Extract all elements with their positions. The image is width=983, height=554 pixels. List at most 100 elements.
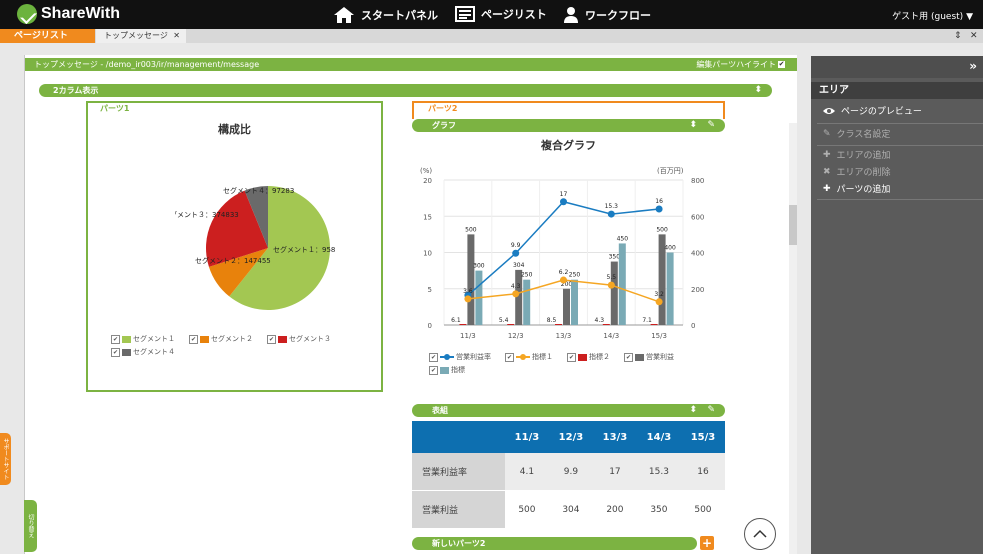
move-arrows-icon[interactable]: ⬍ (754, 84, 762, 97)
pie-legend-item[interactable]: ✔ セグメント３ (267, 334, 331, 344)
bar[interactable] (563, 288, 570, 325)
nav-page-list[interactable]: ページリスト (455, 6, 547, 22)
tab-top-message[interactable]: トップメッセージ ✕ (96, 29, 186, 43)
close-icon: ✖ (823, 166, 831, 177)
line-point[interactable] (607, 281, 615, 289)
bar-label: 450 (617, 235, 629, 242)
bar[interactable] (571, 279, 578, 325)
bar[interactable] (602, 324, 610, 325)
y-left-unit: (%) (420, 167, 432, 175)
checkbox-icon[interactable]: ✔ (111, 334, 120, 344)
scrollbar-track[interactable] (789, 123, 797, 554)
bar[interactable] (523, 279, 531, 325)
pie-legend-item[interactable]: ✔ セグメント４ (111, 347, 175, 357)
pie-slice-label: セグメント１：958353 (273, 245, 335, 254)
line-marker-icon (440, 354, 454, 360)
checkbox-icon[interactable]: ✔ (189, 334, 198, 344)
table-row: 営業利益率 4.1 9.9 17 15.3 16 (412, 453, 725, 491)
line-point[interactable] (512, 290, 520, 298)
part2-box[interactable]: パーツ2 (412, 101, 725, 119)
nav-start-panel[interactable]: スタートパネル (333, 6, 438, 24)
pie-slice-label: セグメント３：374833 (175, 210, 239, 219)
line-point[interactable] (560, 276, 567, 284)
move-arrows-icon[interactable]: ⬍ (689, 404, 697, 417)
line-point[interactable] (464, 295, 472, 303)
bar[interactable] (555, 324, 562, 325)
combo-legend-item[interactable]: ✔ 指標 (429, 365, 465, 375)
table-header-cell: 13/3 (592, 421, 637, 453)
checkbox-icon[interactable]: ✔ (111, 347, 120, 357)
line-point[interactable] (512, 249, 520, 257)
switch-tab[interactable]: 切り替え (24, 500, 37, 552)
bar[interactable] (507, 324, 515, 325)
x-tick-label: 13/3 (556, 332, 572, 340)
checkbox-icon[interactable]: ✔ (429, 352, 438, 362)
bar-label: 8.5 (547, 317, 557, 324)
edit-pencil-icon[interactable]: ✎ (707, 404, 715, 417)
support-site-tab[interactable]: サポートサイト (0, 433, 11, 485)
y-right-tick: 200 (691, 286, 704, 294)
add-parts-item[interactable]: ✚ パーツの追加 (811, 182, 983, 196)
graph-bar[interactable]: グラフ ⬍ ✎ (412, 119, 725, 132)
nav-workflow[interactable]: ワークフロー (563, 6, 651, 24)
combo-legend-item[interactable]: ✔ 営業利益 (624, 352, 674, 362)
line-point[interactable] (655, 205, 663, 213)
divider (817, 199, 983, 200)
expand-panel-icon[interactable]: » (969, 59, 977, 73)
table-bar[interactable]: 表組 ⬍ ✎ (412, 404, 725, 417)
app-logo[interactable]: ShareWith (17, 4, 120, 24)
main-editor: トップメッセージ - /demo_ir003/ir/management/mes… (24, 55, 797, 554)
line-label: 5.5 (607, 274, 617, 281)
pie-legend-item[interactable]: ✔ セグメント１ (111, 334, 175, 344)
bar[interactable] (666, 252, 674, 326)
area-title: エリア (811, 82, 983, 99)
highlight-toggle[interactable]: 編集パーツハイライト ✔ (696, 58, 785, 71)
delete-area-item[interactable]: ✖ エリアの削除 (811, 165, 983, 179)
graph-bar-label: グラフ (432, 121, 456, 130)
edit-pencil-icon[interactable]: ✎ (707, 119, 715, 132)
combo-legend-item[interactable]: ✔ 営業利益率 (429, 352, 491, 362)
close-all-icon[interactable]: ✕ (970, 29, 978, 43)
bar[interactable] (650, 324, 658, 325)
add-part-button[interactable]: + (700, 536, 714, 550)
checkbox-icon[interactable]: ✔ (778, 61, 785, 68)
checkbox-icon[interactable]: ✔ (429, 365, 438, 375)
legend-swatch (440, 366, 449, 374)
right-panel: » エリア ページのプレビュー ✎ クラス名設定 ✚ エリアの追加 ✖ エリアの… (811, 56, 983, 554)
checkbox-icon[interactable]: ✔ (267, 334, 276, 344)
combo-legend-item[interactable]: ✔ 指標２ (567, 352, 610, 362)
line-point[interactable] (655, 298, 663, 306)
bar[interactable] (459, 324, 467, 325)
add-area-item[interactable]: ✚ エリアの追加 (811, 148, 983, 162)
table-cell: 4.1 (504, 453, 549, 491)
collapse-icon[interactable]: ⇕ (954, 29, 962, 43)
table-cell: 9.9 (548, 453, 593, 491)
combo-legend-item[interactable]: ✔ 指標１ (505, 352, 553, 362)
class-setting-item[interactable]: ✎ クラス名設定 (811, 127, 983, 141)
page-preview-item[interactable]: ページのプレビュー (811, 104, 983, 117)
x-tick-label: 12/3 (508, 332, 524, 340)
highlight-toggle-label: 編集パーツハイライト (696, 60, 776, 69)
table-cell: 17 (592, 453, 637, 491)
pie-legend-label: セグメント３ (289, 335, 331, 343)
move-arrows-icon[interactable]: ⬍ (689, 119, 697, 132)
bar[interactable] (618, 243, 626, 325)
guest-user-menu[interactable]: ゲスト用 (guest) ▼ (892, 9, 973, 22)
checkbox-icon[interactable]: ✔ (567, 352, 576, 362)
checkbox-icon[interactable]: ✔ (624, 352, 633, 362)
line-point[interactable] (560, 198, 567, 206)
checkbox-icon[interactable]: ✔ (505, 352, 514, 362)
scroll-top-button[interactable] (744, 518, 776, 550)
bar[interactable] (467, 234, 475, 325)
pie-legend-item[interactable]: ✔ セグメント２ (189, 334, 253, 344)
pie-legend: ✔ セグメント１ ✔ セグメント２ ✔ セグメント３ ✔ セグメント４ (111, 334, 371, 360)
close-icon[interactable]: ✕ (173, 29, 180, 43)
scrollbar-thumb[interactable] (789, 205, 797, 245)
two-column-bar[interactable]: 2カラム表示 ⬍ (39, 84, 772, 97)
new-part-bar[interactable]: 新しいパーツ2 (412, 537, 697, 550)
legend-swatch (578, 353, 587, 361)
line-point[interactable] (607, 210, 615, 218)
legend-swatch (122, 335, 131, 343)
bar[interactable] (610, 261, 618, 325)
tab-page-list[interactable]: ページリスト (0, 29, 95, 43)
